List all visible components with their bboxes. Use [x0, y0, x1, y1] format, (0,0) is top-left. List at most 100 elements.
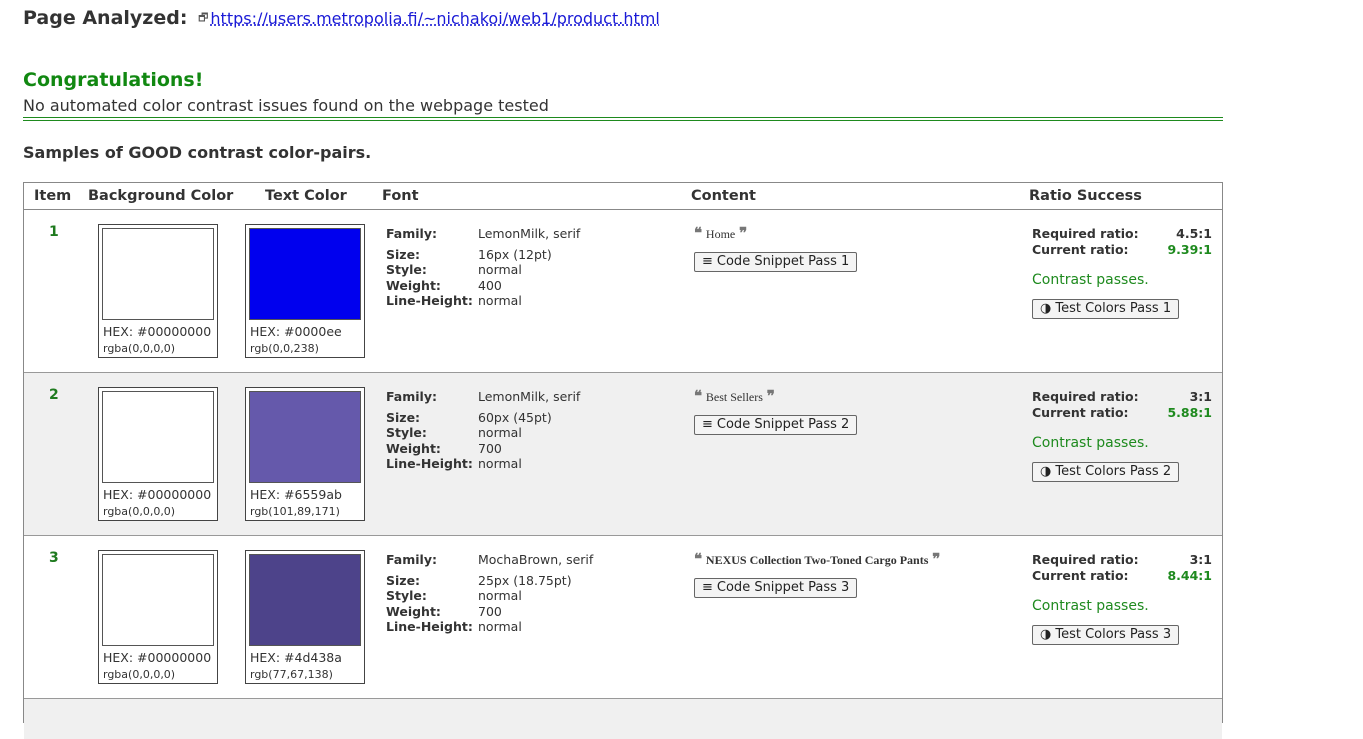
background-hex: HEX: #00000000	[103, 650, 212, 665]
weight-label: Weight:	[386, 278, 441, 293]
text-color-sample: HEX: #6559ab rgb(101,89,171)	[245, 387, 365, 521]
required-ratio-value: 4.5:1	[1176, 226, 1212, 241]
background-rgb: rgba(0,0,0,0)	[103, 668, 176, 681]
background-swatch	[102, 554, 214, 646]
style-value: normal	[478, 588, 522, 603]
content-text: NEXUS Collection Two-Toned Cargo Pants	[705, 553, 929, 567]
text-hex: HEX: #6559ab	[250, 487, 342, 502]
content-cell: ❝ Home ❞ ≡ Code Snippet Pass 1	[694, 224, 858, 272]
test-colors-button[interactable]: ◑ Test Colors Pass 2	[1032, 462, 1180, 482]
required-ratio-value: 3:1	[1189, 552, 1212, 567]
style-label: Style:	[386, 262, 427, 277]
code-snippet-label: Code Snippet Pass 1	[716, 254, 850, 269]
family-label: Family:	[386, 389, 437, 404]
code-snippet-button[interactable]: ≡ Code Snippet Pass 3	[694, 578, 858, 598]
background-swatch	[102, 228, 214, 320]
close-quote-icon: ❞	[932, 550, 941, 568]
family-label: Family:	[386, 226, 437, 241]
content-cell: ❝ Best Sellers ❞ ≡ Code Snippet Pass 2	[694, 387, 858, 435]
test-colors-button[interactable]: ◑ Test Colors Pass 3	[1032, 625, 1180, 645]
align-lines-icon: ≡	[702, 417, 713, 432]
test-colors-label: Test Colors Pass 2	[1055, 464, 1172, 479]
item-number: 3	[49, 550, 59, 566]
line-height-label: Line-Height:	[386, 456, 473, 471]
text-rgb: rgb(101,89,171)	[250, 505, 340, 518]
text-swatch	[249, 228, 361, 320]
text-swatch	[249, 554, 361, 646]
open-quote-icon: ❝	[694, 550, 703, 568]
table-row: 1 HEX: #00000000 rgba(0,0,0,0) HEX: #000…	[24, 210, 1222, 373]
text-color-sample: HEX: #0000ee rgb(0,0,238)	[245, 224, 365, 358]
code-snippet-button[interactable]: ≡ Code Snippet Pass 2	[694, 415, 858, 435]
contrast-status: Contrast passes.	[1032, 435, 1149, 451]
required-ratio-label: Required ratio:	[1032, 552, 1139, 567]
line-height-value: normal	[478, 456, 522, 471]
test-colors-label: Test Colors Pass 3	[1055, 627, 1172, 642]
code-snippet-label: Code Snippet Pass 3	[716, 580, 850, 595]
line-height-label: Line-Height:	[386, 293, 473, 308]
current-ratio-label: Current ratio:	[1032, 405, 1129, 420]
background-color-sample: HEX: #00000000 rgba(0,0,0,0)	[98, 387, 218, 521]
background-hex: HEX: #00000000	[103, 324, 212, 339]
style-label: Style:	[386, 425, 427, 440]
weight-value: 700	[478, 604, 502, 619]
external-window-icon: 🗗	[198, 11, 209, 24]
style-value: normal	[478, 262, 522, 277]
item-number: 1	[49, 224, 59, 240]
text-rgb: rgb(0,0,238)	[250, 342, 319, 355]
column-header-text-color: Text Color	[265, 188, 347, 204]
contrast-icon: ◑	[1040, 301, 1052, 316]
code-snippet-label: Code Snippet Pass 2	[716, 417, 850, 432]
column-header-font: Font	[382, 188, 419, 204]
text-rgb: rgb(77,67,138)	[250, 668, 333, 681]
page-analyzed-header: Page Analyzed: 🗗 https://users.metropolia…	[23, 7, 660, 29]
size-value: 25px (18.75pt)	[478, 573, 572, 588]
test-colors-label: Test Colors Pass 1	[1055, 301, 1172, 316]
page-analyzed-label: Page Analyzed:	[23, 7, 188, 29]
current-ratio-label: Current ratio:	[1032, 242, 1129, 257]
text-hex: HEX: #4d438a	[250, 650, 342, 665]
required-ratio-value: 3:1	[1189, 389, 1212, 404]
size-value: 16px (12pt)	[478, 247, 552, 262]
table-row	[24, 699, 1222, 739]
content-text: Best Sellers	[705, 390, 763, 404]
item-number: 2	[49, 387, 59, 403]
content-cell: ❝ NEXUS Collection Two-Toned Cargo Pants…	[694, 550, 940, 598]
congratulations-heading: Congratulations!	[23, 69, 204, 91]
column-header-content: Content	[691, 188, 756, 204]
text-hex: HEX: #0000ee	[250, 324, 342, 339]
weight-label: Weight:	[386, 441, 441, 456]
family-value: LemonMilk, serif	[478, 389, 581, 404]
contrast-icon: ◑	[1040, 627, 1052, 642]
align-lines-icon: ≡	[702, 254, 713, 269]
contrast-icon: ◑	[1040, 464, 1052, 479]
divider-line	[23, 117, 1223, 118]
style-value: normal	[478, 425, 522, 440]
background-hex: HEX: #00000000	[103, 487, 212, 502]
samples-heading: Samples of GOOD contrast color-pairs.	[23, 143, 372, 162]
background-rgb: rgba(0,0,0,0)	[103, 342, 176, 355]
line-height-value: normal	[478, 619, 522, 634]
column-header-background: Background Color	[88, 188, 234, 204]
divider-line	[23, 120, 1223, 121]
test-colors-button[interactable]: ◑ Test Colors Pass 1	[1032, 299, 1180, 319]
background-swatch	[102, 391, 214, 483]
family-label: Family:	[386, 552, 437, 567]
text-color-sample: HEX: #4d438a rgb(77,67,138)	[245, 550, 365, 684]
code-snippet-button[interactable]: ≡ Code Snippet Pass 1	[694, 252, 858, 272]
required-ratio-label: Required ratio:	[1032, 389, 1139, 404]
family-value: MochaBrown, serif	[478, 552, 594, 567]
results-table: Item Background Color Text Color Font Co…	[23, 182, 1223, 739]
weight-value: 400	[478, 278, 502, 293]
column-header-ratio: Ratio Success	[1029, 188, 1142, 204]
table-row: 2 HEX: #00000000 rgba(0,0,0,0) HEX: #655…	[24, 373, 1222, 536]
text-swatch	[249, 391, 361, 483]
table-header: Item Background Color Text Color Font Co…	[24, 183, 1222, 210]
contrast-status: Contrast passes.	[1032, 598, 1149, 614]
required-ratio-label: Required ratio:	[1032, 226, 1139, 241]
style-label: Style:	[386, 588, 427, 603]
analyzed-url-link[interactable]: https://users.metropolia.fi/~nichakoi/we…	[210, 9, 659, 28]
size-label: Size:	[386, 573, 421, 588]
table-row: 3 HEX: #00000000 rgba(0,0,0,0) HEX: #4d4…	[24, 536, 1222, 699]
content-quote: ❝ NEXUS Collection Two-Toned Cargo Pants…	[694, 550, 940, 568]
